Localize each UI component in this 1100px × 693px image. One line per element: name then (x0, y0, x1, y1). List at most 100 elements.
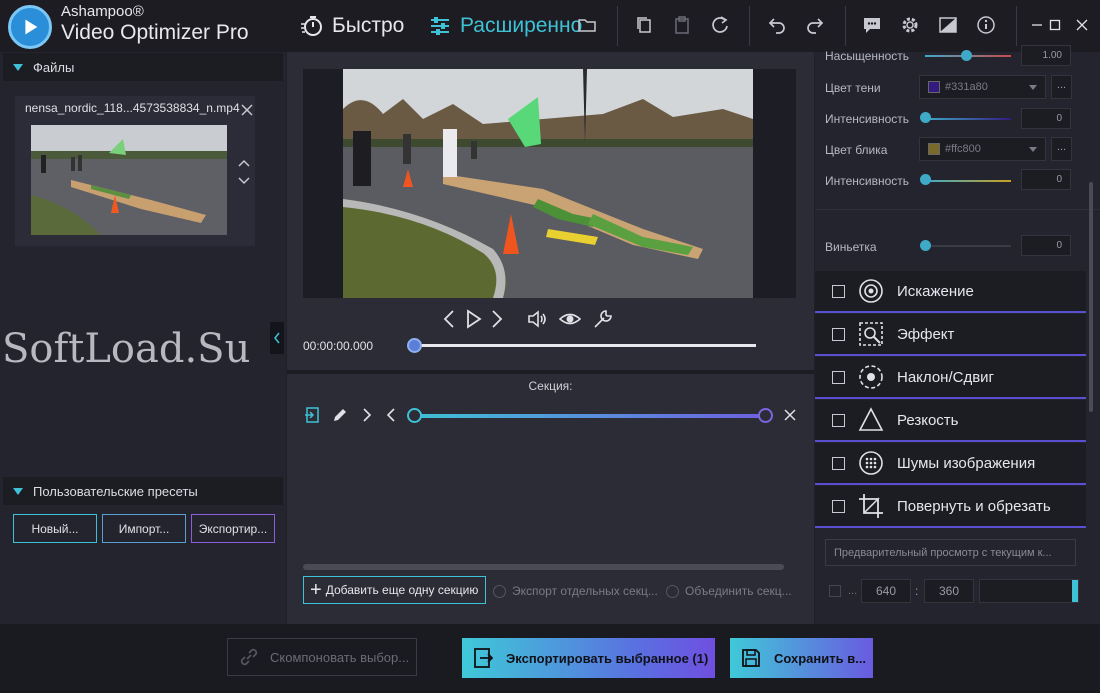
effect-sharpness[interactable]: Резкость (815, 400, 1086, 442)
save-label: Сохранить в... (774, 650, 867, 666)
checkbox[interactable] (832, 413, 845, 427)
collapse-left-panel-button[interactable] (270, 322, 284, 354)
tilt-shift-icon (857, 363, 885, 391)
effect-noise[interactable]: Шумы изображения (815, 443, 1086, 485)
chevron-right-icon (363, 408, 372, 422)
saturation-value[interactable]: 1.00 (1021, 45, 1071, 66)
section-range-bar[interactable] (414, 414, 766, 418)
mode-fast-button[interactable]: Быстро (300, 12, 404, 40)
effect-distortion[interactable]: Искажение (815, 271, 1086, 313)
files-header-label: Файлы (33, 59, 75, 75)
undo-button[interactable] (764, 12, 790, 38)
paste-button[interactable] (669, 12, 695, 38)
settings-button[interactable] (897, 12, 923, 38)
mode-fast-label: Быстро (332, 14, 405, 37)
resolution-more[interactable]: ... (848, 585, 857, 597)
mode-advanced-button[interactable]: Расширенно (428, 12, 583, 40)
files-section-header[interactable]: Файлы (3, 53, 283, 81)
move-up-icon[interactable] (237, 158, 251, 168)
checkbox[interactable] (832, 284, 845, 298)
export-preset-button[interactable]: Экспортир... (191, 514, 275, 543)
chat-icon (864, 18, 880, 33)
watermark-text: SoftLoad.Su (2, 326, 251, 372)
intensity-slider[interactable] (925, 180, 1011, 182)
next-section-button[interactable] (358, 406, 376, 424)
tools-button[interactable] (592, 308, 614, 330)
info-icon (977, 16, 995, 34)
new-preset-button[interactable]: Новый... (13, 514, 97, 543)
effect-rotate-crop[interactable]: Повернуть и обрезать (815, 486, 1086, 528)
effect-effect[interactable]: Эффект (815, 314, 1086, 356)
resolution-checkbox[interactable] (829, 585, 841, 597)
preview-toggle-button[interactable] (558, 308, 582, 330)
prev-frame-button[interactable] (439, 308, 461, 330)
chevron-left-icon (386, 408, 395, 422)
remove-section-button[interactable] (781, 406, 799, 424)
prev-section-button[interactable] (382, 406, 400, 424)
intensity-slider[interactable] (925, 118, 1011, 120)
preview-current-button[interactable]: Предварительный просмотр с текущим к... (825, 539, 1076, 566)
checkbox[interactable] (832, 370, 845, 384)
crop-icon (857, 492, 885, 520)
shadow-color-more-button[interactable]: ... (1051, 75, 1072, 99)
intensity-value[interactable]: 0 (1021, 108, 1071, 129)
highlight-color-picker[interactable]: #ffc800 (919, 137, 1046, 161)
vignette-handle[interactable] (920, 240, 931, 251)
section-start-handle[interactable] (407, 408, 422, 423)
close-icon (784, 409, 796, 421)
feedback-button[interactable] (859, 12, 885, 38)
close-window-button[interactable] (1064, 0, 1100, 50)
horizontal-scrollbar[interactable] (303, 564, 784, 570)
checkbox[interactable] (832, 499, 845, 513)
compare-icon (939, 17, 957, 33)
intensity-label: Интенсивность (825, 174, 910, 188)
info-button[interactable] (973, 12, 999, 38)
resolution-width-input[interactable]: 640 (861, 579, 911, 603)
intensity-handle[interactable] (920, 174, 931, 185)
vertical-scrollbar[interactable] (1089, 182, 1093, 412)
intensity-value[interactable]: 0 (1021, 169, 1071, 190)
merge-sections-radio[interactable]: Объединить секц... (666, 584, 792, 598)
shadow-color-picker[interactable]: #331a80 (919, 75, 1046, 99)
intensity-handle[interactable] (920, 112, 931, 123)
next-frame-button[interactable] (485, 308, 507, 330)
resolution-height-input[interactable]: 360 (924, 579, 974, 603)
compare-button[interactable] (935, 12, 961, 38)
remove-file-icon[interactable] (241, 104, 253, 116)
section-start-button[interactable] (304, 406, 322, 424)
reset-button[interactable] (707, 12, 733, 38)
redo-button[interactable] (802, 12, 828, 38)
plus-icon: + (310, 579, 322, 601)
export-selected-button[interactable]: Экспортировать выбранное (1) (462, 638, 715, 678)
highlight-color-more-button[interactable]: ... (1051, 137, 1072, 161)
close-icon (1076, 19, 1088, 31)
move-down-icon[interactable] (237, 176, 251, 186)
checkbox[interactable] (832, 327, 845, 341)
save-to-button[interactable]: Сохранить в... (730, 638, 873, 678)
export-separate-radio[interactable]: Экспорт отдельных секц... (493, 584, 658, 598)
enter-icon (305, 407, 319, 423)
play-button[interactable] (462, 308, 484, 330)
compose-selection-button[interactable]: Скомпоновать выбор... (227, 638, 417, 676)
open-folder-button[interactable] (574, 12, 600, 38)
volume-button[interactable] (526, 308, 548, 330)
effect-label: Шумы изображения (897, 454, 1036, 472)
section-end-handle[interactable] (758, 408, 773, 423)
vignette-slider[interactable] (925, 245, 1011, 247)
sharpness-icon (857, 406, 885, 434)
presets-section-header[interactable]: Пользовательские пресеты (3, 477, 283, 505)
effect-icon (857, 320, 885, 348)
checkbox[interactable] (832, 456, 845, 470)
effect-tilt-shift[interactable]: Наклон/Сдвиг (815, 357, 1086, 399)
add-section-button[interactable]: + Добавить еще одну секцию (303, 576, 486, 604)
seek-bar[interactable] (414, 344, 756, 347)
file-item[interactable]: nensa_nordic_118...4573538834_n.mp4 (15, 96, 255, 246)
edit-section-button[interactable] (331, 406, 349, 424)
resolution-preset-dropdown[interactable] (979, 579, 1079, 603)
saturation-handle[interactable] (961, 50, 972, 61)
import-preset-button[interactable]: Импорт... (102, 514, 186, 543)
vignette-value[interactable]: 0 (1021, 235, 1071, 256)
seek-handle[interactable] (407, 338, 422, 353)
maximize-icon (1049, 19, 1061, 31)
copy-button[interactable] (631, 12, 657, 38)
